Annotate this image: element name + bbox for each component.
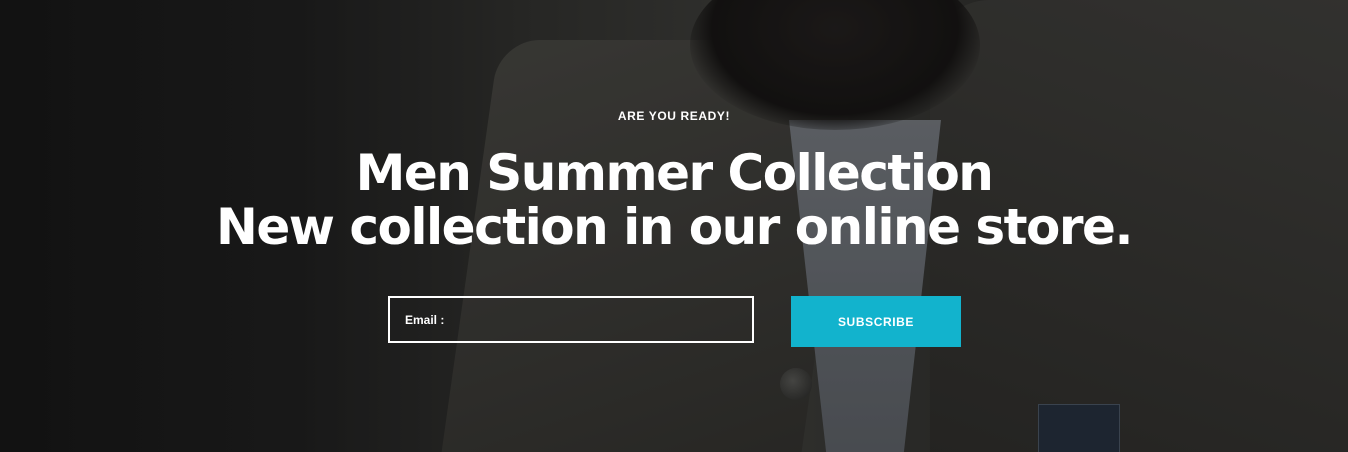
hero-headline-line-1: Men Summer Collection <box>355 144 994 202</box>
hero-headline-line-2: New collection in our online store. <box>216 198 1133 256</box>
hero-content: ARE YOU READY! Men Summer Collection New… <box>0 0 1348 452</box>
hero-eyebrow: ARE YOU READY! <box>617 109 731 123</box>
subscribe-button[interactable]: SUBSCRIBE <box>791 296 961 347</box>
hero-banner: ARE YOU READY! Men Summer Collection New… <box>0 0 1348 452</box>
email-field-container <box>388 296 754 343</box>
hero-headline: Men Summer Collection New collection in … <box>0 146 1348 254</box>
email-input[interactable] <box>390 298 752 341</box>
